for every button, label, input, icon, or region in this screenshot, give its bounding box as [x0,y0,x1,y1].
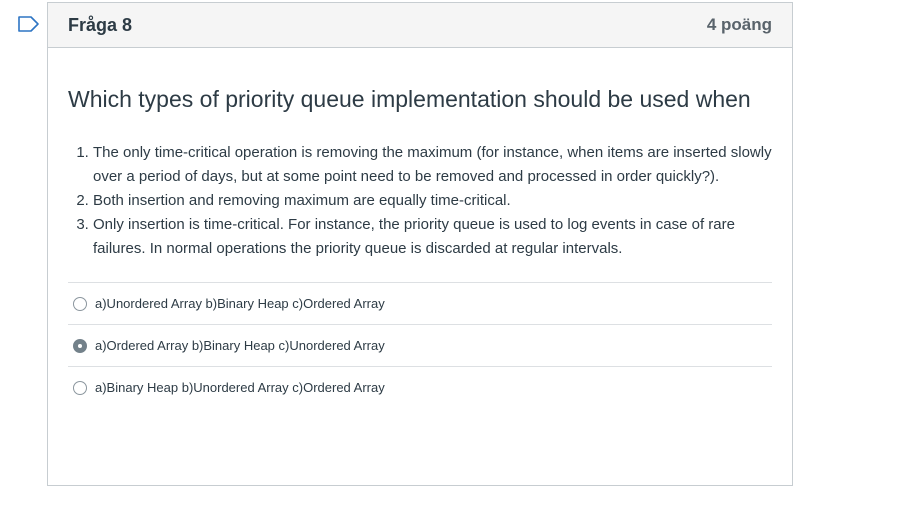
answer-label[interactable]: a)Binary Heap b)Unordered Array c)Ordere… [95,380,385,395]
answer-label[interactable]: a)Ordered Array b)Binary Heap c)Unordere… [95,338,385,353]
answer-label[interactable]: a)Unordered Array b)Binary Heap c)Ordere… [95,296,385,311]
radio-button[interactable] [73,380,87,395]
case-item: The only time-critical operation is remo… [93,141,772,189]
question-card: Fråga 8 4 poäng Which types of priority … [47,2,793,486]
case-item: Only insertion is time-critical. For ins… [93,213,772,261]
question-body: Which types of priority queue implementa… [48,81,792,408]
radio-button-selected[interactable] [73,338,87,353]
answer-option-2[interactable]: a)Ordered Array b)Binary Heap c)Unordere… [68,325,772,367]
flag-question-icon[interactable] [17,15,41,33]
case-item: Both insertion and removing maximum are … [93,189,772,213]
question-points: 4 poäng [706,15,772,34]
answer-option-3[interactable]: a)Binary Heap b)Unordered Array c)Ordere… [68,367,772,408]
question-cases-list: The only time-critical operation is remo… [68,141,772,261]
question-title: Fråga 8 [68,14,133,35]
answer-options: a)Unordered Array b)Binary Heap c)Ordere… [68,282,772,408]
question-text: Which types of priority queue implementa… [68,86,751,112]
answer-option-1[interactable]: a)Unordered Array b)Binary Heap c)Ordere… [68,283,772,325]
question-header: Fråga 8 4 poäng [48,3,792,48]
radio-button[interactable] [73,296,87,311]
